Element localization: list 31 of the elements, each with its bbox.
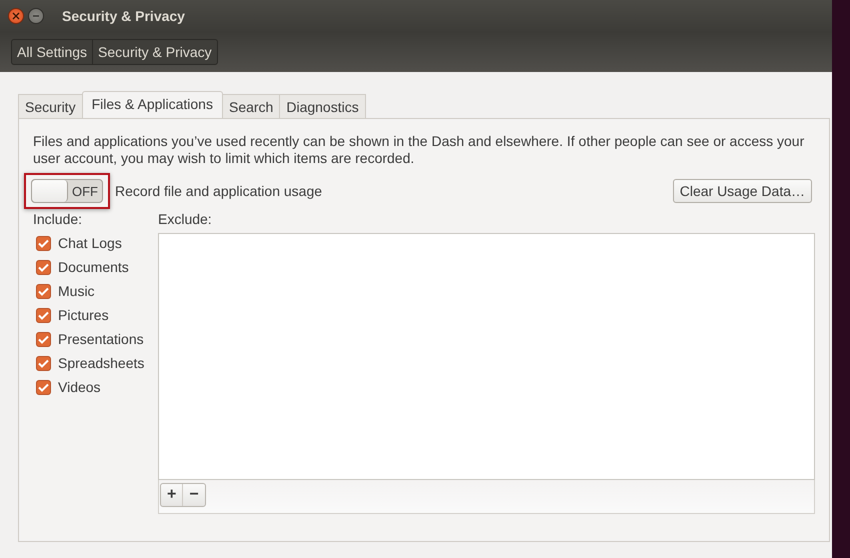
checkbox[interactable] (36, 380, 51, 394)
breadcrumb-button[interactable]: Security & Privacy (92, 40, 217, 64)
toggle-switch[interactable]: OFF (31, 179, 103, 203)
checkbox[interactable] (36, 356, 51, 370)
checkbox-label: Presentations (58, 331, 144, 347)
add-button[interactable]: + (161, 484, 182, 506)
checkbox-label: Videos (58, 379, 101, 395)
checkbox-label: Music (58, 283, 95, 299)
checkbox-label: Spreadsheets (58, 355, 144, 371)
close-icon (12, 12, 20, 20)
switch-label: Record file and application usage (115, 183, 322, 199)
checkbox[interactable] (36, 260, 51, 274)
tab[interactable]: Search (222, 94, 280, 118)
minimize-button[interactable] (28, 8, 44, 24)
checkbox[interactable] (36, 284, 51, 298)
tab[interactable]: Diagnostics (279, 94, 366, 118)
remove-button[interactable]: − (182, 484, 205, 506)
breadcrumb-button[interactable]: All Settings (12, 40, 92, 64)
checkbox-label: Pictures (58, 307, 109, 323)
checkbox-label: Documents (58, 259, 129, 275)
checkbox-label: Chat Logs (58, 235, 122, 251)
checkbox[interactable] (36, 332, 51, 346)
clear-button[interactable]: Clear Usage Data… (672, 179, 812, 203)
tab[interactable]: Security (18, 94, 83, 118)
include-heading: Include: (33, 211, 84, 229)
description-text: Files and applications you’ve used recently can be shown in the Dash and elsewhere. If other people can see or access your user account, you may wish to limit which items are recorded. (33, 133, 806, 167)
checkbox[interactable] (36, 236, 51, 250)
close-button[interactable] (8, 8, 24, 24)
window-title: Security & Privacy (62, 8, 185, 24)
exclude-heading: Exclude: (158, 211, 213, 229)
checkbox[interactable] (36, 308, 51, 322)
